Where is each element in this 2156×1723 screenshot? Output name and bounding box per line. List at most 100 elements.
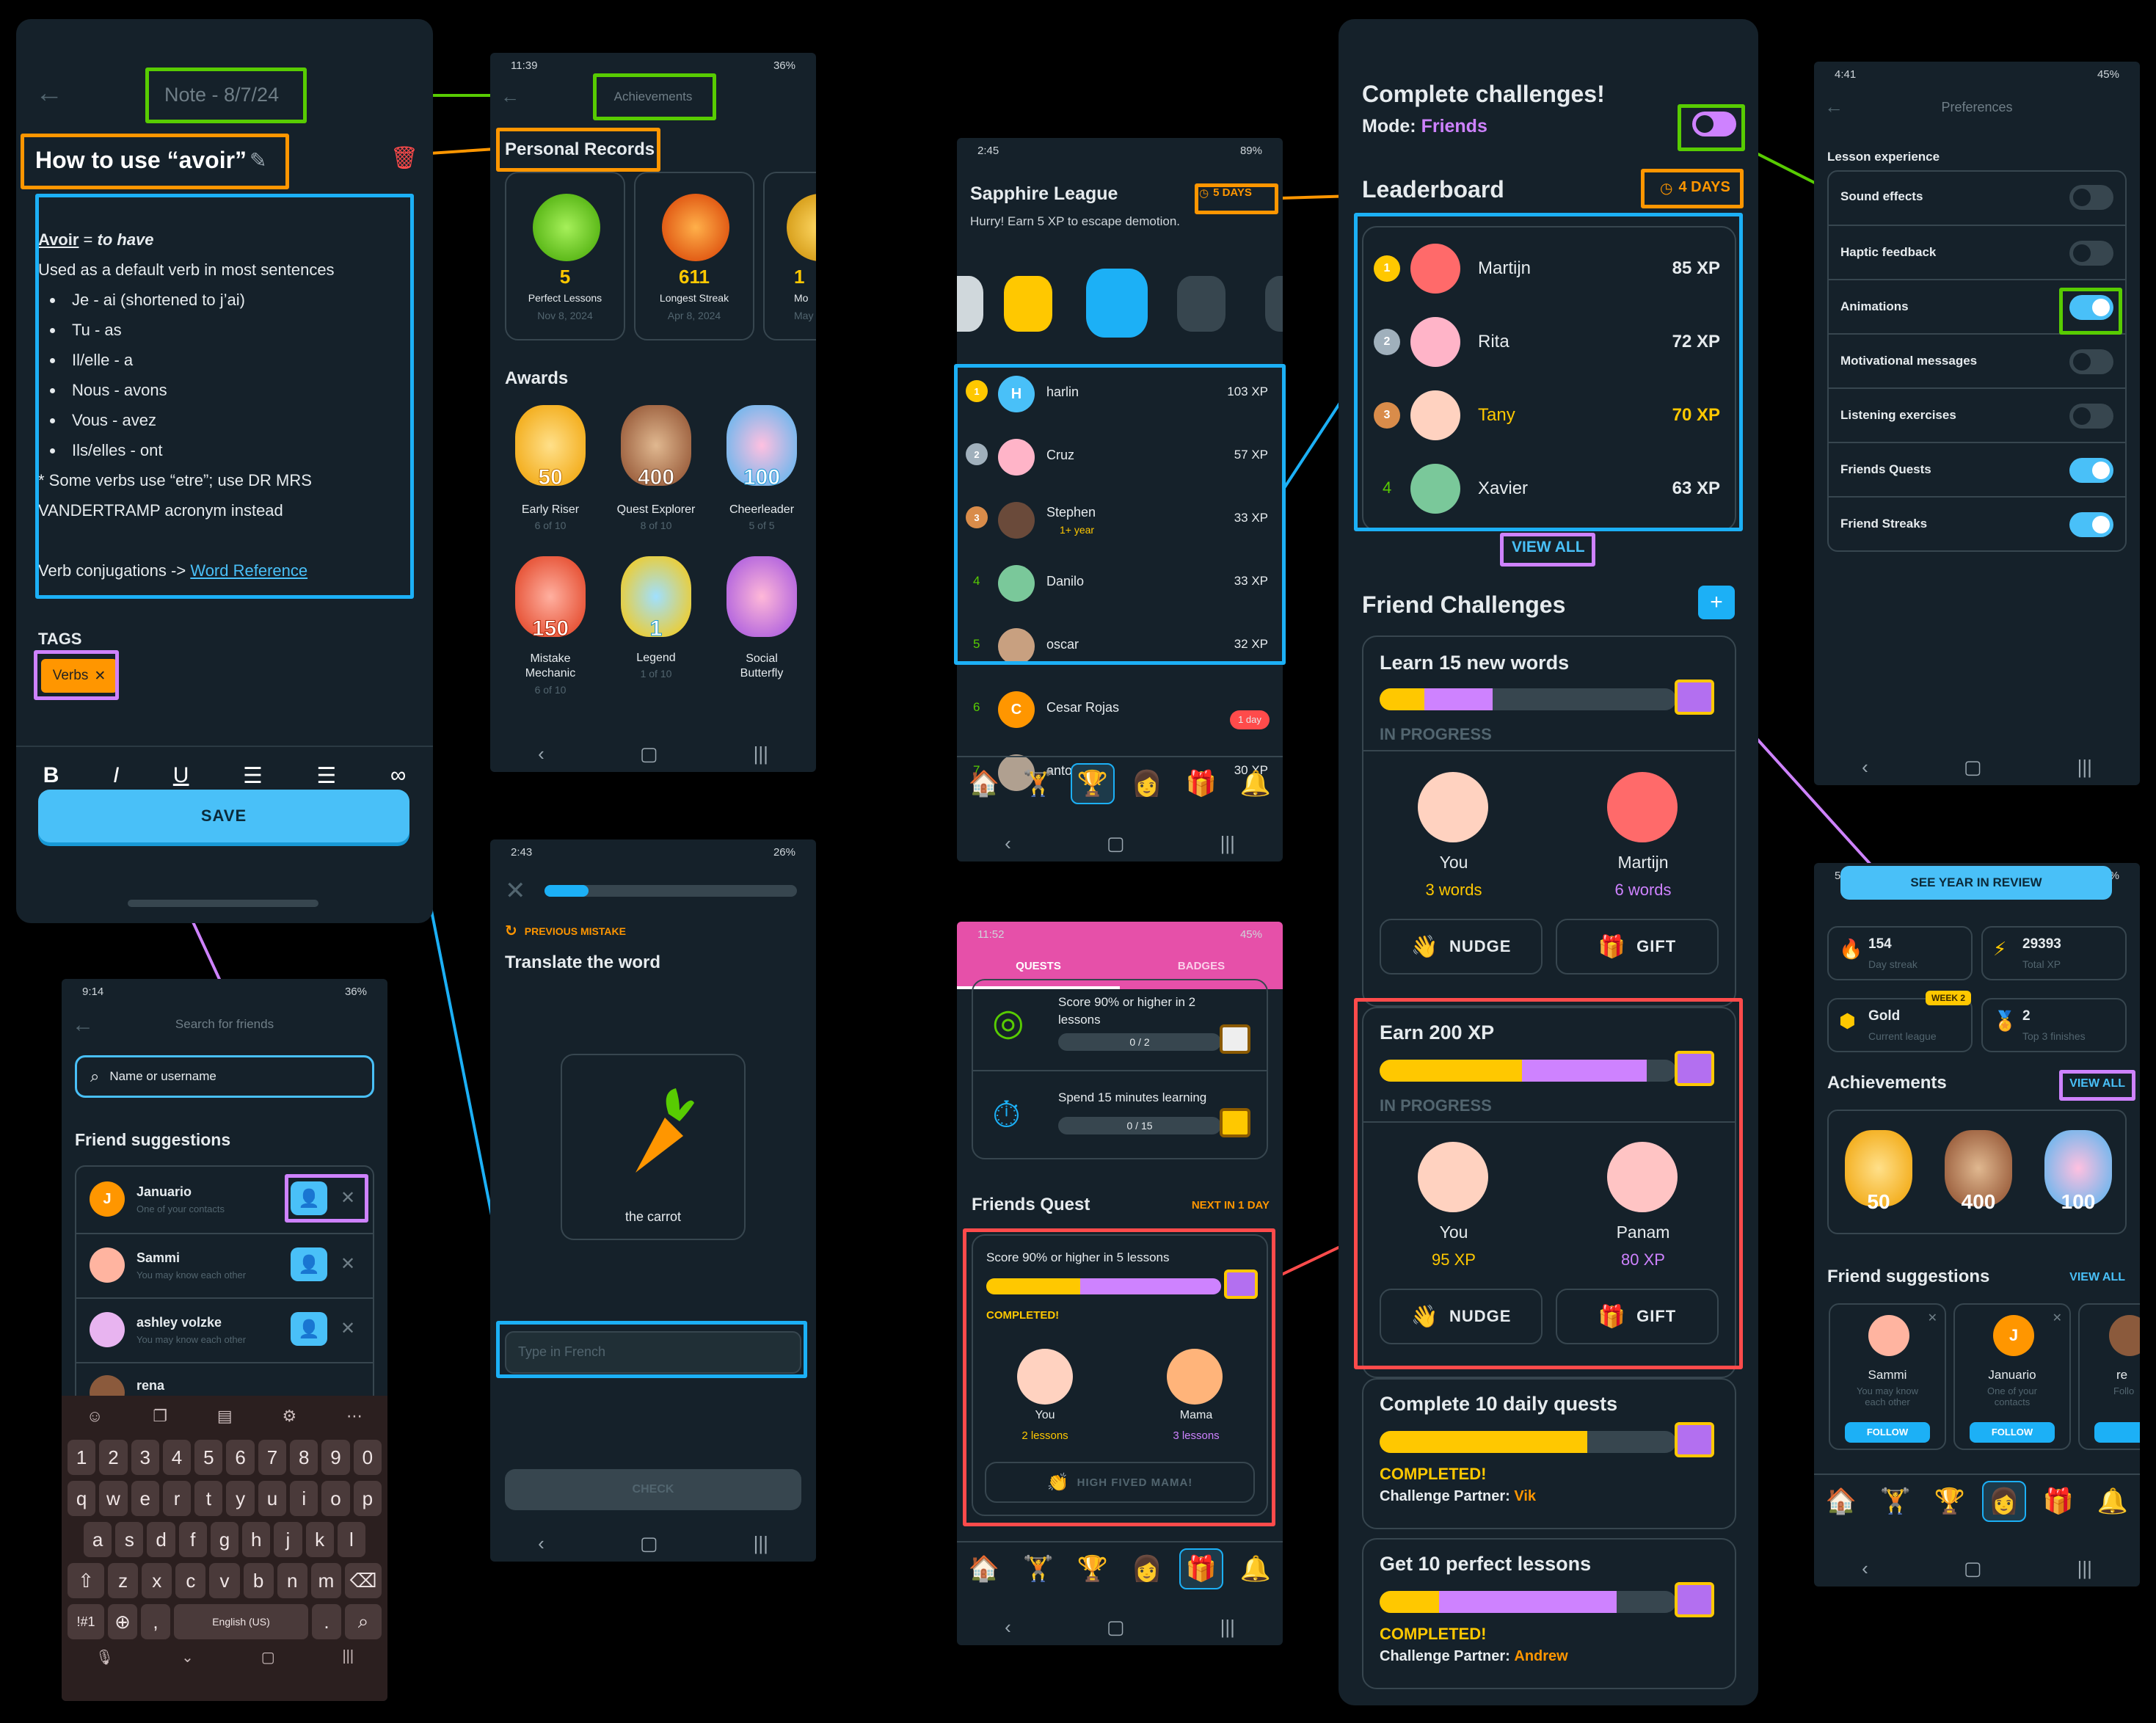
key[interactable]: y (226, 1481, 255, 1516)
preference-row[interactable]: Sound effects (1827, 170, 2127, 225)
preference-toggle[interactable] (2069, 241, 2113, 266)
space-key[interactable]: English (US) (174, 1604, 308, 1639)
notifications-tab-icon[interactable]: 🔔 (1234, 763, 1278, 804)
close-icon[interactable]: ✕ (505, 876, 526, 906)
preference-toggle[interactable] (2069, 185, 2113, 210)
league-row[interactable]: 6 C Cesar Rojas (957, 678, 1283, 741)
key[interactable]: o (321, 1481, 350, 1516)
home-nav-icon[interactable]: ▢ (1964, 756, 1982, 779)
key[interactable]: 5 (194, 1440, 223, 1475)
recents-nav-icon[interactable]: ||| (754, 1532, 768, 1555)
key[interactable]: m (310, 1563, 341, 1598)
home-tab-icon[interactable]: 🏠 (962, 763, 1006, 804)
gift-button[interactable]: 🎁 GIFT (1556, 919, 1719, 975)
key[interactable]: f (178, 1522, 207, 1557)
quests-tab-icon[interactable]: 🎁 (2036, 1481, 2080, 1522)
suggestion-card[interactable]: re Follo (2078, 1303, 2140, 1450)
backspace-key[interactable]: ⌫ (344, 1563, 382, 1598)
recents-icon[interactable]: ||| (342, 1648, 354, 1666)
notifications-tab-icon[interactable]: 🔔 (2091, 1481, 2135, 1522)
home-nav-icon[interactable]: ▢ (640, 743, 658, 765)
award-item[interactable]: 1 Legend 1 of 10 (605, 552, 707, 699)
practice-tab-icon[interactable]: 🏋 (1016, 763, 1060, 804)
search-input[interactable]: ⌕ Name or username (75, 1055, 374, 1098)
preference-row[interactable]: Motivational messages (1827, 333, 2127, 387)
key[interactable]: b (243, 1563, 274, 1598)
comma-key[interactable]: , (141, 1604, 170, 1639)
key[interactable]: u (258, 1481, 287, 1516)
profile-tab-icon[interactable]: 👩 (1125, 1548, 1169, 1589)
add-challenge-button[interactable]: + (1698, 586, 1735, 619)
key[interactable]: i (290, 1481, 318, 1516)
home-nav-icon[interactable]: ▢ (1107, 1616, 1125, 1639)
tab-quests[interactable]: QUESTS (957, 960, 1120, 972)
back-nav-icon[interactable]: ‹ (1005, 1616, 1011, 1639)
key[interactable]: e (131, 1481, 159, 1516)
key[interactable]: 4 (162, 1440, 192, 1475)
key[interactable]: d (147, 1522, 175, 1557)
recents-nav-icon[interactable]: ||| (2077, 1557, 2092, 1580)
profile-tab-icon[interactable]: 👩 (1125, 763, 1169, 804)
dismiss-icon[interactable]: ✕ (340, 1253, 355, 1275)
add-friend-button[interactable]: 👤 (291, 1312, 327, 1346)
search-key[interactable]: ⌕ (345, 1604, 382, 1639)
word-card[interactable]: the carrot (561, 1054, 746, 1240)
key[interactable]: r (162, 1481, 192, 1516)
home-nav-icon[interactable]: ▢ (640, 1532, 658, 1555)
key[interactable]: 0 (353, 1440, 382, 1475)
shift-key[interactable]: ⇧ (68, 1563, 104, 1598)
preference-row[interactable]: Haptic feedback (1827, 225, 2127, 279)
award-item[interactable]: 100 Cheerleader 5 of 5 (710, 401, 813, 547)
dismiss-icon[interactable]: ✕ (2053, 1311, 2062, 1325)
tab-badges[interactable]: BADGES (1120, 960, 1283, 972)
numbered-list-icon[interactable]: ☰ (316, 763, 336, 789)
award-item[interactable]: Social Butterfly (710, 552, 813, 699)
key[interactable]: p (353, 1481, 382, 1516)
notifications-tab-icon[interactable]: 🔔 (1234, 1548, 1278, 1589)
italic-icon[interactable]: I (113, 763, 119, 788)
back-nav-icon[interactable]: ‹ (1862, 1557, 1868, 1580)
quest-item[interactable]: ⏱ Spend 15 minutes learning 0 / 15 (972, 1070, 1268, 1161)
follow-button[interactable]: FOLLOW (1970, 1422, 2055, 1443)
practice-tab-icon[interactable]: 🏋 (1016, 1548, 1060, 1589)
year-review-button[interactable]: SEE YEAR IN REVIEW (1840, 866, 2112, 900)
follow-button[interactable] (2094, 1422, 2140, 1443)
practice-tab-icon[interactable]: 🏋 (1873, 1481, 1918, 1522)
key[interactable]: s (115, 1522, 144, 1557)
key[interactable]: w (99, 1481, 128, 1516)
key[interactable]: q (68, 1481, 96, 1516)
quests-tab-icon[interactable]: 🎁 (1179, 763, 1223, 804)
settings-icon[interactable]: ⚙ (282, 1407, 296, 1426)
globe-key[interactable]: ⊕ (108, 1604, 137, 1639)
add-friend-button[interactable]: 👤 (291, 1247, 327, 1281)
key[interactable]: 8 (290, 1440, 318, 1475)
key[interactable]: 2 (99, 1440, 128, 1475)
delete-icon[interactable]: 🗑 (390, 145, 418, 171)
home-nav-icon[interactable]: ▢ (1964, 1557, 1982, 1580)
preference-row[interactable]: Friends Quests (1827, 442, 2127, 496)
dismiss-icon[interactable]: ✕ (1928, 1311, 1937, 1325)
record-card[interactable]: 5 Perfect Lessons Nov 8, 2024 (505, 172, 625, 340)
back-nav-icon[interactable]: ‹ (1862, 756, 1868, 779)
home-icon[interactable]: ▢ (261, 1648, 275, 1666)
back-nav-icon[interactable]: ‹ (538, 1532, 545, 1555)
key[interactable]: 7 (258, 1440, 287, 1475)
record-card[interactable]: 1 Mo May (763, 172, 816, 340)
clipboard-icon[interactable]: ▤ (217, 1407, 233, 1426)
preference-toggle[interactable] (2069, 404, 2113, 429)
chevron-down-icon[interactable]: ⌄ (181, 1648, 194, 1666)
leaderboard-tab-icon[interactable]: 🏆 (1071, 763, 1115, 804)
key[interactable]: z (108, 1563, 139, 1598)
key[interactable]: v (209, 1563, 240, 1598)
quests-tab-icon[interactable]: 🎁 (1179, 1548, 1223, 1589)
profile-tab-icon[interactable]: 👩 (1982, 1481, 2026, 1522)
key[interactable]: h (242, 1522, 271, 1557)
suggestion-card[interactable]: ✕ J Januario One of your contacts FOLLOW (1953, 1303, 2071, 1450)
sticker-icon[interactable]: ❐ (153, 1407, 167, 1426)
home-tab-icon[interactable]: 🏠 (962, 1548, 1006, 1589)
key[interactable]: k (305, 1522, 334, 1557)
back-nav-icon[interactable]: ‹ (1005, 832, 1011, 855)
recents-nav-icon[interactable]: ||| (1220, 1616, 1235, 1639)
key[interactable]: j (274, 1522, 302, 1557)
key[interactable]: 9 (321, 1440, 350, 1475)
